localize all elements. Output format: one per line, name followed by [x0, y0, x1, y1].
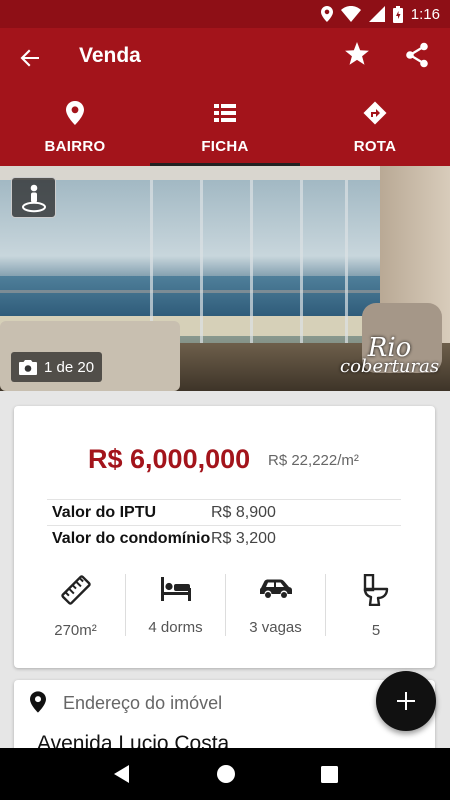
feature-label: 3 vagas [249, 619, 302, 636]
photo-counter-text: 1 de 20 [44, 358, 95, 376]
back-button[interactable] [14, 42, 46, 74]
battery-icon [392, 5, 403, 23]
feature-area: 270m² [26, 574, 126, 639]
tab-label: BAIRRO [44, 138, 106, 155]
star-icon [345, 42, 369, 65]
tab-rota[interactable]: ROTA [300, 86, 450, 166]
tab-bar: BAIRRO FICHA ROTA [0, 86, 450, 166]
feature-parking: 3 vagas [226, 574, 326, 636]
features-row: 270m² 4 dorms 3 vagas 5 [26, 574, 426, 639]
page-title: Venda [79, 44, 141, 67]
price-per-m2: R$ 22,222/m² [268, 452, 359, 469]
camera-icon [19, 359, 37, 375]
feature-bathrooms: 5 [326, 574, 426, 639]
location-icon [320, 6, 333, 22]
system-nav-bar [0, 748, 450, 800]
address-label: Endereço do imóvel [63, 693, 223, 713]
listing-card: R$ 6,000,000 R$ 22,222/m² Valor do IPTU … [14, 406, 435, 668]
toilet-icon [363, 574, 389, 606]
share-button[interactable] [405, 42, 433, 70]
share-icon [406, 42, 428, 68]
ruler-icon [60, 575, 91, 605]
bed-icon [160, 576, 191, 601]
watermark-logo: Rio coberturas [340, 333, 440, 377]
nav-recents-icon[interactable] [320, 765, 338, 783]
status-bar: 1:16 [0, 0, 450, 28]
signal-icon [368, 6, 385, 22]
app-bar: Venda BAIRRO FICHA ROTA [0, 28, 450, 166]
car-icon [259, 579, 292, 598]
photo-counter[interactable]: 1 de 20 [11, 352, 103, 382]
fee-label: Valor do IPTU [52, 503, 157, 521]
feature-label: 270m² [54, 622, 97, 639]
tab-label: ROTA [353, 138, 397, 155]
directions-icon [363, 101, 387, 125]
add-fab-button[interactable] [376, 671, 436, 731]
tab-bairro[interactable]: BAIRRO [0, 86, 150, 166]
feature-label: 4 dorms [148, 619, 203, 636]
nav-home-icon[interactable] [216, 764, 236, 784]
status-time: 1:16 [410, 5, 440, 23]
list-icon [214, 104, 236, 122]
tab-label: FICHA [201, 138, 249, 155]
back-arrow-icon [20, 49, 39, 67]
plus-icon [397, 692, 415, 710]
fee-value: R$ 3,200 [211, 529, 276, 547]
feature-label: 5 [371, 622, 381, 639]
tab-ficha[interactable]: FICHA [150, 86, 300, 166]
fee-row-iptu: Valor do IPTU R$ 8,900 [47, 499, 401, 525]
price: R$ 6,000,000 [88, 444, 251, 474]
favorite-button[interactable] [344, 42, 372, 70]
wifi-icon [340, 6, 361, 22]
pin-icon [30, 691, 46, 713]
place-icon [66, 101, 84, 125]
fee-value: R$ 8,900 [211, 503, 276, 521]
feature-bedrooms: 4 dorms [126, 574, 226, 636]
nav-back-icon[interactable] [113, 765, 131, 783]
street-view-icon [21, 184, 46, 212]
street-view-button[interactable] [11, 177, 56, 218]
fee-label: Valor do condomínio [52, 529, 211, 547]
fee-row-condominio: Valor do condomínio R$ 3,200 [47, 525, 401, 551]
